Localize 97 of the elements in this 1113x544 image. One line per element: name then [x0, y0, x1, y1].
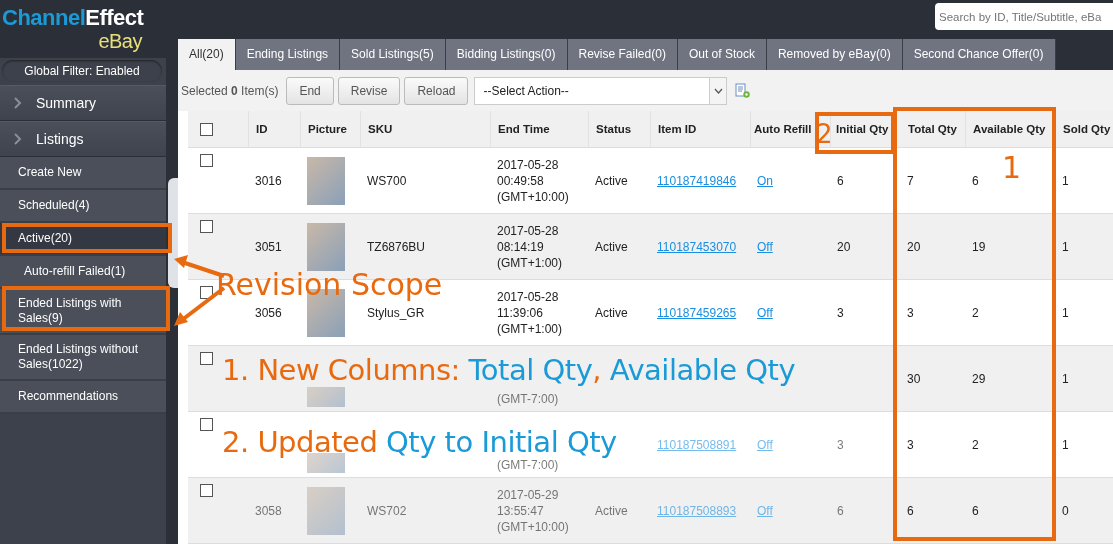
- row-checkbox[interactable]: [200, 220, 213, 233]
- column-header[interactable]: Status: [596, 123, 632, 135]
- table-cell: Stylus_GR: [367, 305, 425, 320]
- sidebar-item[interactable]: Recommendations: [0, 381, 166, 414]
- table-cell: 20: [907, 239, 921, 254]
- photo-placeholder: [307, 156, 345, 205]
- item-id-link[interactable]: 110187419846: [657, 173, 737, 188]
- action-dropdown[interactable]: --Select Action--: [474, 76, 728, 105]
- sidebar-section[interactable]: Summary: [0, 85, 166, 121]
- table-cell: 3016: [255, 173, 282, 188]
- table-cell: WS702: [367, 503, 407, 518]
- listing-tab[interactable]: Ending Listings: [235, 39, 341, 71]
- toolbar-button[interactable]: End: [286, 76, 334, 105]
- column-header[interactable]: Auto Refill: [754, 123, 812, 135]
- sidebar-item[interactable]: Ended Listings without Sales(1022): [0, 335, 166, 381]
- row-checkbox[interactable]: [200, 352, 213, 365]
- item-id-link[interactable]: 110187459265: [657, 305, 737, 320]
- table-cell: 6: [907, 503, 914, 518]
- sidebar-section[interactable]: Listings: [0, 121, 166, 157]
- table-cell: 1: [1062, 371, 1069, 386]
- table-cell: 2: [972, 437, 979, 452]
- listing-tab[interactable]: Out of Stock: [677, 39, 767, 71]
- toolbar-button[interactable]: Revise: [337, 76, 401, 105]
- table-cell: 30: [907, 371, 921, 386]
- listing-tab[interactable]: All(20): [178, 39, 236, 71]
- table-cell: 3056: [255, 305, 282, 320]
- column-header[interactable]: Initial Qty: [836, 123, 889, 135]
- global-filter-badge[interactable]: Global Filter: Enabled: [2, 60, 162, 82]
- table-cell: (GMT-7:00): [497, 457, 559, 473]
- table-cell: 6: [837, 503, 844, 518]
- listing-tab[interactable]: Sold Listings(5): [340, 39, 446, 71]
- settings-icon[interactable]: [735, 82, 752, 99]
- sidebar-item[interactable]: Create New: [0, 157, 166, 190]
- column-header[interactable]: SKU: [368, 123, 393, 135]
- table-cell: 1: [1062, 239, 1069, 254]
- row-checkbox[interactable]: [200, 418, 213, 431]
- table-cell: 19: [972, 239, 986, 254]
- table-cell: TZ6876BU: [367, 239, 426, 254]
- auto-refill-link[interactable]: Off: [757, 305, 773, 320]
- table-cell: 3: [907, 437, 914, 452]
- table-cell: Active: [595, 239, 628, 254]
- table-cell: 3: [837, 437, 844, 452]
- sidebar-item[interactable]: Scheduled(4): [0, 190, 166, 223]
- select-all-checkbox[interactable]: [200, 122, 213, 136]
- listing-tab[interactable]: Bidding Listings(0): [445, 39, 568, 71]
- table-cell: 3: [837, 305, 844, 320]
- table-cell: 2017-05-28 08:14:19 (GMT+1:00): [497, 222, 562, 271]
- table-cell: Active: [595, 173, 628, 188]
- toolbar-button[interactable]: Reload: [404, 76, 469, 105]
- app-logo: ChannelEffect eBay: [0, 0, 166, 58]
- photo-placeholder: [307, 222, 345, 271]
- table-cell: 3058: [255, 503, 282, 518]
- chevron-icon: [14, 97, 22, 109]
- annotation-note: 1. New Columns: Total Qty, Available Qty: [222, 355, 796, 386]
- auto-refill-link[interactable]: On: [757, 173, 773, 188]
- table-cell: 1: [1062, 173, 1069, 188]
- table-cell: (GMT-7:00): [497, 391, 559, 407]
- table-cell: 6: [972, 173, 979, 188]
- column-header[interactable]: Item ID: [658, 123, 697, 135]
- caret-icon: [714, 87, 723, 94]
- table-cell: 2017-05-28 00:49:58 (GMT+10:00): [497, 156, 569, 205]
- table-cell: 1: [1062, 305, 1069, 320]
- annotation-label: Revision Scope: [216, 267, 443, 303]
- column-header[interactable]: Total Qty: [908, 123, 957, 135]
- table-cell: 6: [837, 173, 844, 188]
- table-cell: 2: [972, 305, 979, 320]
- column-header[interactable]: ID: [256, 123, 268, 135]
- table-cell: 3: [907, 305, 914, 320]
- annotation-marker: 1: [1002, 150, 1022, 185]
- search-field[interactable]: Search by ID, Title/Subtitle, eBa: [935, 3, 1113, 30]
- table-cell: 29: [972, 371, 986, 386]
- table-cell: 1: [1062, 437, 1069, 452]
- column-header[interactable]: Picture: [308, 123, 347, 135]
- table-cell: 2017-05-28 11:39:06 (GMT+1:00): [497, 288, 562, 337]
- table-cell: Active: [595, 305, 628, 320]
- table-cell: 3051: [255, 239, 282, 254]
- table-cell: 6: [972, 503, 979, 518]
- annotation-note: 2. Updated Qty to Initial Qty: [222, 427, 617, 458]
- row-checkbox[interactable]: [200, 484, 213, 497]
- listing-tab[interactable]: Removed by eBay(0): [766, 39, 903, 71]
- photo-placeholder: [307, 387, 345, 407]
- listing-tab[interactable]: Second Chance Offer(0): [902, 39, 1056, 71]
- photo-placeholder: [307, 486, 345, 535]
- column-header[interactable]: End Time: [498, 121, 550, 137]
- table-cell: 2017-05-29 13:55:47 (GMT+10:00): [497, 486, 569, 535]
- table-cell: WS700: [367, 173, 407, 188]
- table-cell: 20: [837, 239, 851, 254]
- panel-resize-handle[interactable]: [168, 178, 178, 288]
- table-cell: 7: [907, 173, 914, 188]
- row-checkbox[interactable]: [200, 154, 213, 167]
- chevron-icon: [14, 133, 22, 145]
- column-header[interactable]: Available Qty: [973, 123, 1046, 135]
- listing-tab[interactable]: Revise Failed(0): [567, 39, 678, 71]
- column-header[interactable]: Sold Qty: [1063, 123, 1111, 135]
- selected-count-text: Selected 0 Item(s): [181, 83, 279, 98]
- table-cell: Active: [595, 503, 628, 518]
- table-cell: 0: [1062, 503, 1069, 518]
